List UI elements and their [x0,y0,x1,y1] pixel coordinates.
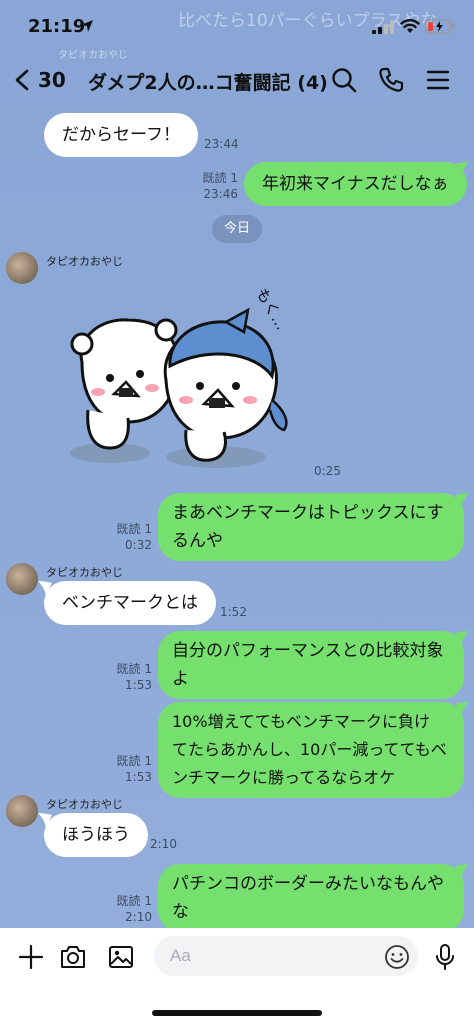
search-icon[interactable] [330,66,358,94]
white-bear-character [70,318,180,450]
read-receipt: 既読 1 [116,894,152,908]
sender-name: タピオカおやじ [46,798,123,811]
sticker-text: もく… [253,285,291,333]
date-separator: 今日 [212,215,262,243]
phone-icon[interactable] [377,66,405,94]
chat-header: 30 ダメプ2人の…コ奮闘記 (4) [0,52,474,110]
message-line: ンチマークに勝ってるならオケ [172,768,396,787]
read-receipt: 既読 1 [116,522,152,536]
avatar[interactable] [6,563,38,595]
message-input[interactable] [154,936,418,976]
sticker-image[interactable]: もく… [58,270,298,480]
home-indicator [152,1010,322,1016]
message-time: 0:32 [125,538,152,552]
emoji-icon[interactable] [384,944,410,970]
location-arrow-icon [81,20,93,32]
message-meta: 既読 1 1:53 [92,753,152,785]
message-meta: 既読 1 23:46 [178,170,238,202]
bubble-tail [455,702,469,716]
status-bar: 比べたら10パーぐらいプラスやな タピオカおやじ 21:19 [0,0,474,61]
microphone-icon[interactable] [430,942,460,972]
battery-low-icon [425,19,454,34]
camera-icon[interactable] [58,942,88,972]
bubble-tail [455,631,469,645]
message-line: るんや [172,531,223,551]
bubble-tail [455,162,469,176]
blue-hood-character [163,307,288,462]
message-bubble-outgoing[interactable]: 自分のパフォーマンスとの比較対象 よ [158,631,464,699]
message-line: てたらあかんし、10パー減っててもベ [172,740,447,759]
message-bubble-outgoing[interactable]: まあベンチマークはトピックスにす るんや [158,493,464,561]
message-meta: 既読 1 0:32 [92,521,152,553]
bubble-tail [38,581,52,595]
message-input-bar [0,928,474,1024]
message-time: 1:52 [220,605,247,619]
chevron-left-icon [15,69,29,91]
avatar[interactable] [6,795,38,827]
message-line: な [172,902,189,922]
message-line: 10%増えててもベンチマークに負け [172,712,430,731]
sender-name: タピオカおやじ [46,255,123,268]
message-time: 1:53 [125,770,152,784]
message-time: 23:44 [204,137,239,151]
message-time: 0:25 [314,464,341,478]
image-icon[interactable] [106,942,136,972]
read-receipt: 既読 1 [202,171,238,185]
message-time: 2:10 [125,910,152,924]
bubble-tail [38,813,52,827]
read-receipt: 既読 1 [116,662,152,676]
message-time: 1:53 [125,678,152,692]
message-meta: 既読 1 2:10 [92,893,152,925]
bubble-tail [455,493,469,507]
message-bubble-outgoing[interactable]: 年初来マイナスだしなぁ [244,162,467,206]
message-meta: 既読 1 1:53 [92,661,152,693]
message-time: 2:10 [150,837,177,851]
message-line: パチンコのボーダーみたいなもんや [172,874,444,894]
message-bubble-incoming[interactable]: ほうほう [44,813,148,857]
wifi-icon [400,19,420,33]
read-receipt: 既読 1 [116,754,152,768]
plus-icon[interactable] [16,942,46,972]
menu-icon[interactable] [424,66,452,94]
bubble-tail [455,864,469,878]
unread-count: 30 [38,68,66,92]
message-line: まあベンチマークはトピックスにす [172,503,444,523]
message-bubble-outgoing[interactable]: パチンコのボーダーみたいなもんや な [158,864,464,932]
sender-name: タピオカおやじ [46,566,123,579]
cellular-signal-icon [372,20,394,34]
clock: 21:19 [28,16,86,37]
message-bubble-incoming[interactable]: ベンチマークとは [44,581,216,625]
message-bubble-incoming[interactable]: だからセーフ！ [44,113,198,157]
message-line: 自分のパフォーマンスとの比較対象 [172,641,444,661]
message-line: よ [172,669,189,689]
message-time: 23:46 [203,187,238,201]
message-bubble-outgoing[interactable]: 10%増えててもベンチマークに負け てたらあかんし、10パー減っててもベ ンチマ… [158,702,464,798]
back-button[interactable]: 30 [14,64,66,96]
chat-title[interactable]: ダメプ2人の…コ奮闘記 (4) [88,68,328,95]
avatar[interactable] [6,252,38,284]
